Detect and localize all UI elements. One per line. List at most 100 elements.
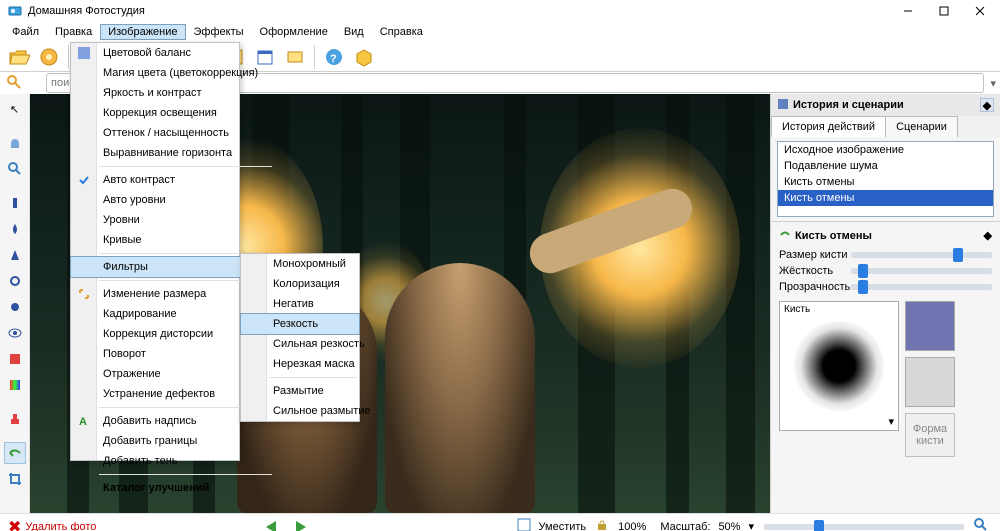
zoom-in-icon[interactable] <box>974 518 988 531</box>
submenu-item-монохромный[interactable]: Монохромный <box>241 254 359 274</box>
brush-preview-label: Кисть <box>784 304 810 315</box>
menu-view[interactable]: Вид <box>336 24 372 40</box>
lock-icon[interactable] <box>596 519 608 531</box>
menu-item-уровни[interactable]: Уровни <box>71 210 274 230</box>
app-title: Домашняя Фотостудия <box>28 5 145 17</box>
palette-icon <box>76 45 92 61</box>
submenu-item-нерезкая-маска[interactable]: Нерезкая маска <box>241 354 359 374</box>
history-item[interactable]: Кисть отмены <box>778 174 993 190</box>
maximize-button[interactable] <box>926 0 962 22</box>
menu-item-добавить-тень[interactable]: Добавить тень <box>71 451 274 471</box>
submenu-item-размытие[interactable]: Размытие <box>241 381 359 401</box>
opacity-label: Прозрачность <box>779 281 851 293</box>
dodge-tool[interactable] <box>4 270 26 292</box>
app-icon <box>8 4 22 18</box>
size-slider[interactable] <box>851 252 992 258</box>
check-icon <box>76 172 92 188</box>
image-dropdown: Цветовой балансМагия цвета (цветокоррекц… <box>70 42 240 461</box>
history-icon <box>777 98 789 113</box>
history-item[interactable]: Подавление шума <box>778 158 993 174</box>
brush-icon <box>779 228 791 243</box>
menu-item-коррекция-освещения[interactable]: Коррекция освещения <box>71 103 274 123</box>
next-button[interactable] <box>290 517 312 531</box>
eye-tool[interactable] <box>4 322 26 344</box>
collapse-icon[interactable]: ◆ <box>980 98 994 112</box>
close-icon: ✖ <box>8 517 21 531</box>
chevron-down-icon[interactable]: ▾ <box>748 520 754 531</box>
hand-tool[interactable] <box>4 132 26 154</box>
chevron-down-icon[interactable]: ▾ <box>990 77 996 90</box>
left-toolbar: ↖ <box>0 94 30 513</box>
prev-button[interactable] <box>260 517 282 531</box>
history-item[interactable]: Исходное изображение <box>778 142 993 158</box>
menu-help[interactable]: Справка <box>372 24 431 40</box>
tab-scripts[interactable]: Сценарии <box>885 116 958 137</box>
history-tabs: История действий Сценарии <box>771 116 1000 137</box>
clone-tool[interactable] <box>4 348 26 370</box>
menu-item-каталог-улучшений[interactable]: Каталог улучшений <box>71 478 274 498</box>
menu-item-выравнивание-горизонта[interactable]: Выравнивание горизонта <box>71 143 274 163</box>
menu-image[interactable]: Изображение <box>100 24 185 40</box>
submenu-item-сильная-резкость[interactable]: Сильная резкость <box>241 334 359 354</box>
menu-edit[interactable]: Правка <box>47 24 100 40</box>
minimize-button[interactable] <box>890 0 926 22</box>
history-title: История и сценарии <box>793 99 904 111</box>
close-button[interactable] <box>962 0 998 22</box>
zoom-100[interactable]: 100% <box>618 521 646 531</box>
text-icon: A <box>76 413 92 429</box>
tab-history[interactable]: История действий <box>771 116 886 137</box>
menu-item-добавить-границы[interactable]: Добавить границы <box>71 431 274 451</box>
menu-item-цветовой-баланс[interactable]: Цветовой баланс <box>71 43 274 63</box>
menu-item-яркость-и-контраст[interactable]: Яркость и контраст <box>71 83 274 103</box>
color-swatch[interactable] <box>905 301 955 351</box>
fit-button[interactable]: Уместить <box>539 521 587 531</box>
chevron-down-icon[interactable]: ▾ <box>888 415 894 428</box>
stamp-tool[interactable] <box>4 408 26 430</box>
fit-icon[interactable] <box>517 518 531 531</box>
collapse-icon[interactable]: ◆ <box>984 229 992 242</box>
menu-item-кривые[interactable]: Кривые <box>71 230 274 250</box>
submenu-item-сильное-размытие[interactable]: Сильное размытие <box>241 401 359 421</box>
healing-tool[interactable] <box>4 192 26 214</box>
bottombar: ✖Удалить фото Уместить 100% Масштаб: 50%… <box>0 513 1000 531</box>
brush-preview[interactable]: Кисть ▾ <box>779 301 899 431</box>
zoom-tool[interactable] <box>4 158 26 180</box>
brush-panel-title: Кисть отмены <box>795 230 872 242</box>
undo-brush-tool[interactable] <box>4 442 26 464</box>
menu-effects[interactable]: Эффекты <box>186 24 252 40</box>
menu-design[interactable]: Оформление <box>252 24 336 40</box>
burn-tool[interactable] <box>4 296 26 318</box>
menu-item-авто-контраст[interactable]: Авто контраст <box>71 170 274 190</box>
drop-tool[interactable] <box>4 218 26 240</box>
submenu-item-резкость[interactable]: Резкость <box>241 314 359 334</box>
zoom-slider[interactable] <box>764 524 964 530</box>
menu-item-магия-цвета-цветокоррекция-[interactable]: Магия цвета (цветокоррекция) <box>71 63 274 83</box>
menu-item-оттенок-насыщенность[interactable]: Оттенок / насыщенность <box>71 123 274 143</box>
hardness-slider[interactable] <box>851 268 992 274</box>
menu-item-авто-уровни[interactable]: Авто уровни <box>71 190 274 210</box>
history-item[interactable]: Кисть отмены <box>778 190 993 206</box>
open-icon[interactable] <box>5 43 33 71</box>
pointer-tool[interactable]: ↖ <box>4 98 26 120</box>
opacity-slider[interactable] <box>851 284 992 290</box>
search-icon <box>6 74 22 93</box>
expand-icon <box>76 286 92 302</box>
history-panel-header: История и сценарии ◆ <box>771 94 1000 116</box>
box-icon[interactable] <box>350 43 378 71</box>
brush-blob <box>794 321 884 411</box>
color-swatch-2[interactable] <box>905 357 955 407</box>
hardness-label: Жёсткость <box>779 265 851 277</box>
submenu-item-колоризация[interactable]: Колоризация <box>241 274 359 294</box>
svg-text:?: ? <box>330 53 337 65</box>
delete-photo-button[interactable]: ✖Удалить фото <box>8 517 96 531</box>
brush-shape-button[interactable]: Форма кисти <box>905 413 955 457</box>
gradient-tool[interactable] <box>4 374 26 396</box>
crop-tool[interactable] <box>4 468 26 490</box>
submenu-item-негатив[interactable]: Негатив <box>241 294 359 314</box>
card-icon[interactable] <box>281 43 309 71</box>
history-list[interactable]: Исходное изображение Подавление шума Кис… <box>777 141 994 217</box>
menu-file[interactable]: Файл <box>4 24 47 40</box>
sharpen-tool[interactable] <box>4 244 26 266</box>
save-icon[interactable] <box>35 43 63 71</box>
help-icon[interactable]: ? <box>320 43 348 71</box>
